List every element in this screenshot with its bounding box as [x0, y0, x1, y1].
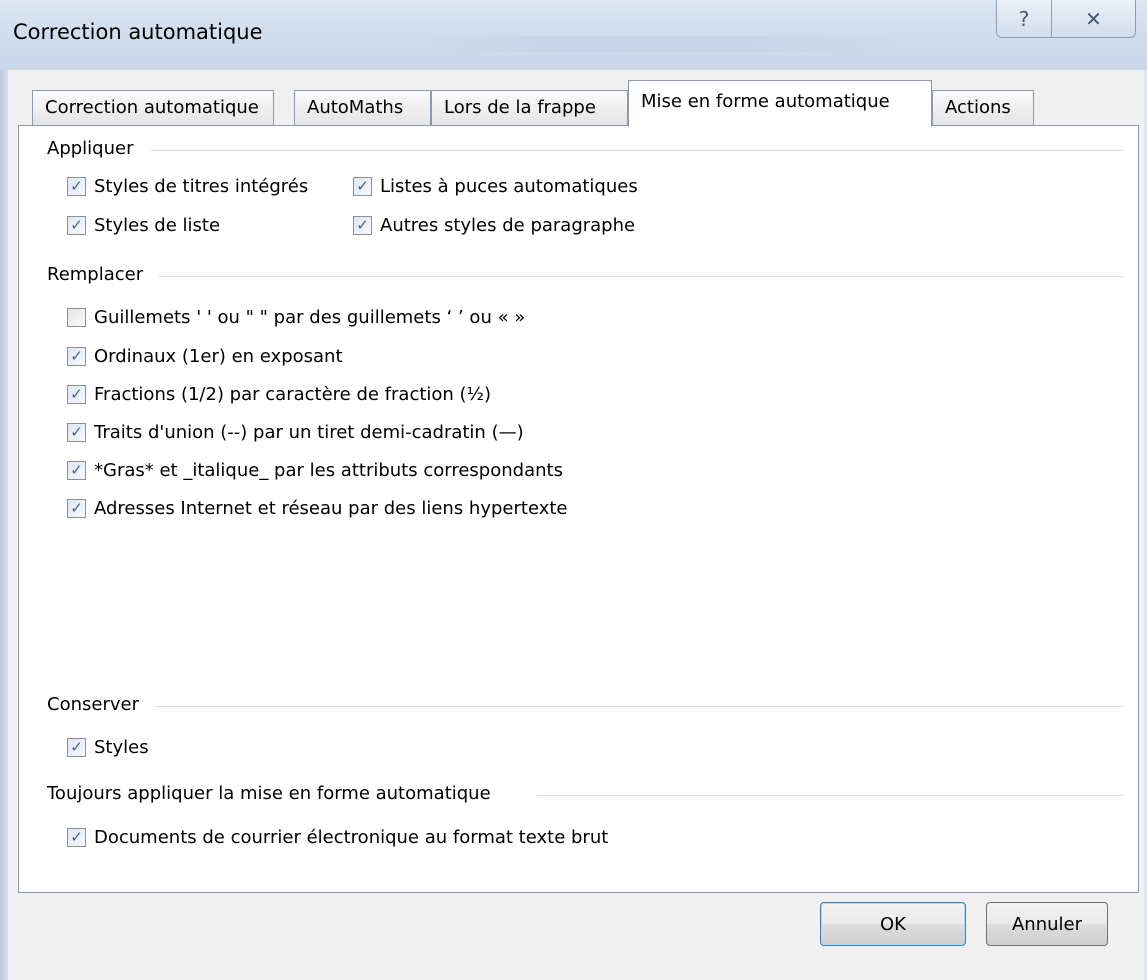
close-button[interactable]: ✕ — [1052, 0, 1136, 38]
group-remplacer-label: Remplacer — [47, 264, 144, 285]
help-icon: ? — [1018, 6, 1030, 31]
help-button[interactable]: ? — [996, 0, 1052, 38]
option-styles-titres[interactable]: ✓ Styles de titres intégrés — [67, 176, 308, 197]
checkbox-checked-icon[interactable]: ✓ — [67, 461, 86, 480]
group-conserver-label: Conserver — [47, 694, 139, 715]
option-documents-courrier[interactable]: ✓ Documents de courrier électronique au … — [67, 827, 608, 848]
group-conserver-line — [155, 706, 1124, 707]
annuler-button[interactable]: Annuler — [986, 902, 1108, 946]
option-guillemets[interactable]: Guillemets ' ' ou " " par des guillemets… — [67, 307, 525, 328]
group-toujours-label: Toujours appliquer la mise en forme auto… — [47, 783, 491, 804]
option-traits-union[interactable]: ✓ Traits d'union (--) par un tiret demi-… — [67, 422, 524, 443]
checkbox-checked-icon[interactable]: ✓ — [353, 216, 372, 235]
caption-buttons: ? ✕ — [996, 0, 1136, 38]
close-icon: ✕ — [1085, 6, 1102, 31]
option-label: Styles de titres intégrés — [94, 176, 309, 197]
dialog-body: Correction automatique AutoMaths Lors de… — [8, 70, 1144, 980]
group-remplacer-line — [159, 276, 1124, 277]
group-toujours-line — [537, 795, 1124, 796]
option-autres-styles[interactable]: ✓ Autres styles de paragraphe — [353, 215, 635, 236]
group-appliquer-label: Appliquer — [47, 138, 134, 159]
tab-lors-de-la-frappe[interactable]: Lors de la frappe — [431, 90, 628, 126]
background-blur — [430, 36, 900, 52]
tab-correction-automatique[interactable]: Correction automatique — [32, 90, 274, 126]
tab-panel: Appliquer ✓ Styles de titres intégrés ✓ … — [18, 125, 1139, 893]
title-bar: Correction automatique ? ✕ — [0, 0, 1147, 70]
option-styles[interactable]: ✓ Styles — [67, 737, 149, 758]
option-label: Ordinaux (1er) en exposant — [94, 346, 343, 367]
option-label: *Gras* et _italique_ par les attributs c… — [94, 460, 563, 481]
checkbox-checked-icon[interactable]: ✓ — [67, 738, 86, 757]
option-label: Autres styles de paragraphe — [380, 215, 636, 236]
option-fractions[interactable]: ✓ Fractions (1/2) par caractère de fract… — [67, 384, 491, 405]
option-gras-italique[interactable]: ✓ *Gras* et _italique_ par les attributs… — [67, 460, 563, 481]
group-appliquer-line — [151, 150, 1124, 151]
window-left-border — [0, 70, 8, 980]
checkbox-checked-icon[interactable]: ✓ — [67, 385, 86, 404]
option-label: Guillemets ' ' ou " " par des guillemets… — [94, 307, 526, 328]
option-label: Styles de liste — [94, 215, 221, 236]
option-ordinaux[interactable]: ✓ Ordinaux (1er) en exposant — [67, 346, 343, 367]
checkbox-checked-icon[interactable]: ✓ — [353, 177, 372, 196]
tab-automaths[interactable]: AutoMaths — [294, 90, 431, 126]
checkbox-checked-icon[interactable]: ✓ — [67, 828, 86, 847]
option-label: Adresses Internet et réseau par des lien… — [94, 498, 568, 519]
checkbox-checked-icon[interactable]: ✓ — [67, 423, 86, 442]
option-label: Traits d'union (--) par un tiret demi-ca… — [94, 422, 524, 443]
option-styles-liste[interactable]: ✓ Styles de liste — [67, 215, 220, 236]
checkbox-checked-icon[interactable]: ✓ — [67, 347, 86, 366]
option-label: Styles — [94, 737, 149, 758]
option-label: Documents de courrier électronique au fo… — [94, 827, 609, 848]
checkbox-checked-icon[interactable]: ✓ — [67, 177, 86, 196]
ok-button[interactable]: OK — [820, 902, 966, 946]
checkbox-checked-icon[interactable]: ✓ — [67, 499, 86, 518]
checkbox-unchecked-icon[interactable] — [67, 308, 86, 327]
option-adresses-internet[interactable]: ✓ Adresses Internet et réseau par des li… — [67, 498, 568, 519]
option-label: Fractions (1/2) par caractère de fractio… — [94, 384, 492, 405]
tab-mise-en-forme-automatique[interactable]: Mise en forme automatique — [628, 80, 932, 127]
option-listes-puces[interactable]: ✓ Listes à puces automatiques — [353, 176, 638, 197]
window-title: Correction automatique — [13, 20, 263, 44]
checkbox-checked-icon[interactable]: ✓ — [67, 216, 86, 235]
option-label: Listes à puces automatiques — [380, 176, 638, 197]
tab-actions[interactable]: Actions — [932, 90, 1034, 126]
